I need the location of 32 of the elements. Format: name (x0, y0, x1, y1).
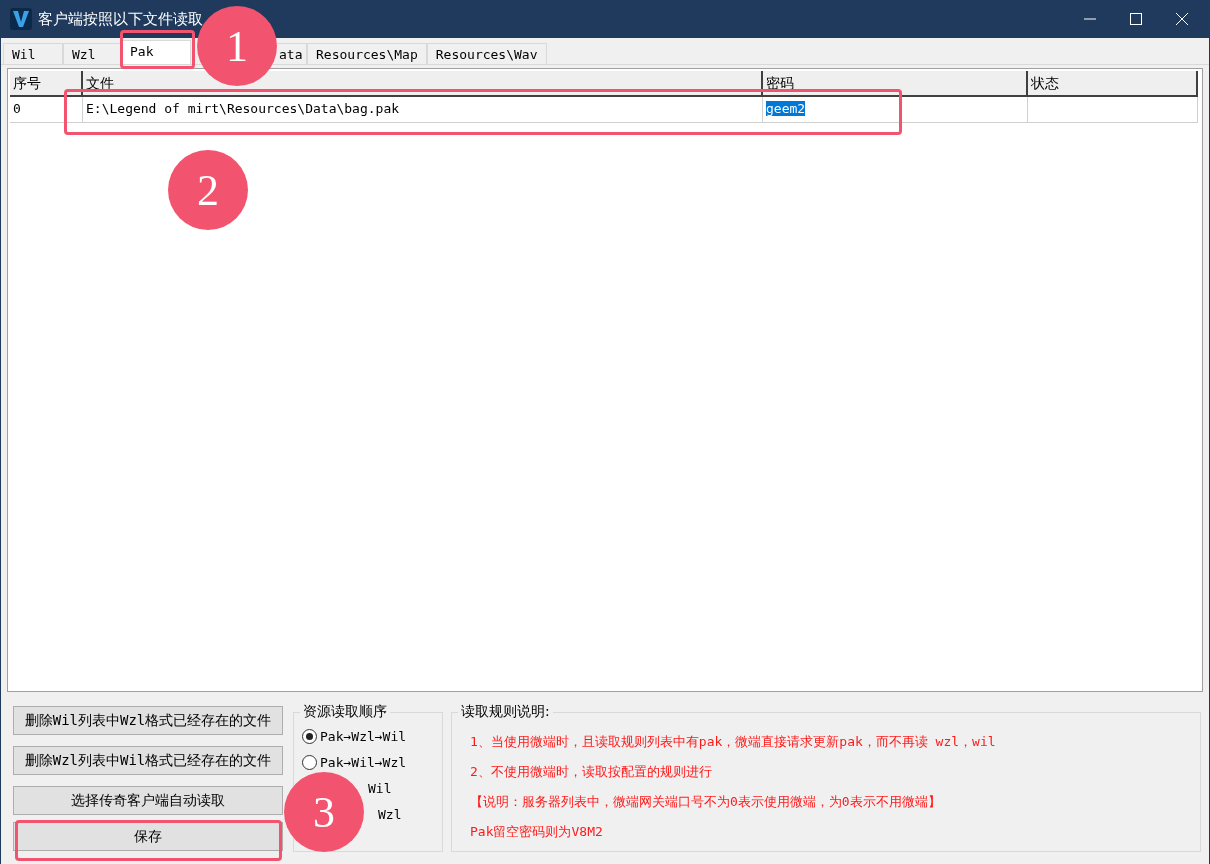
table-cell: 0 (10, 97, 83, 122)
column-header[interactable]: 密码 (763, 71, 1028, 95)
callout-badge: 3 (284, 772, 364, 852)
radio-label[interactable]: Wil (368, 780, 392, 796)
tab[interactable]: ata (277, 43, 307, 64)
app-logo-icon (10, 8, 32, 30)
rule-text: 1、当使用微端时，且读取规则列表中有pak，微端直接请求更新pak，而不再读 wzl，wil (470, 733, 997, 751)
tab[interactable]: Wil (3, 43, 63, 64)
tab[interactable]: Resources\Map (307, 43, 427, 64)
column-header[interactable]: 序号 (10, 71, 83, 95)
radio-button[interactable] (302, 728, 317, 744)
action-button[interactable]: 选择传奇客户端自动读取 (13, 786, 283, 815)
radio-label[interactable]: Pak→Wzl→Wil (320, 728, 407, 744)
table-cell: geem2 (766, 101, 806, 116)
radio-button[interactable] (302, 754, 317, 770)
radio-label[interactable]: Wzl (378, 806, 402, 822)
column-header[interactable]: 状态 (1028, 71, 1198, 95)
action-button[interactable]: 删除Wzl列表中Wil格式已经存在的文件 (13, 746, 283, 775)
tab[interactable]: Wzl (63, 43, 121, 64)
table-cell: E:\Legend of mirt\Resources\Data\bag.pak (83, 97, 763, 122)
group-title: 读取规则说明: (458, 703, 553, 721)
action-button[interactable]: 删除Wil列表中Wzl格式已经存在的文件 (13, 706, 283, 735)
rule-text: 2、不使用微端时，读取按配置的规则进行 (470, 763, 713, 781)
close-icon[interactable] (1176, 13, 1188, 25)
save-button[interactable]: 保存 (13, 822, 283, 851)
group-title: 资源读取顺序 (300, 703, 390, 721)
rule-text: 【说明：服务器列表中，微端网关端口号不为0表示使用微端，为0表示不用微端】 (470, 793, 942, 811)
maximize-icon[interactable] (1130, 13, 1142, 25)
radio-label[interactable]: Pak→Wil→Wzl (320, 754, 407, 770)
rule-text: Pak留空密码则为V8M2 (470, 823, 604, 841)
tab[interactable]: Resources\Wav (426, 43, 547, 64)
tab[interactable]: Pak (121, 40, 191, 64)
